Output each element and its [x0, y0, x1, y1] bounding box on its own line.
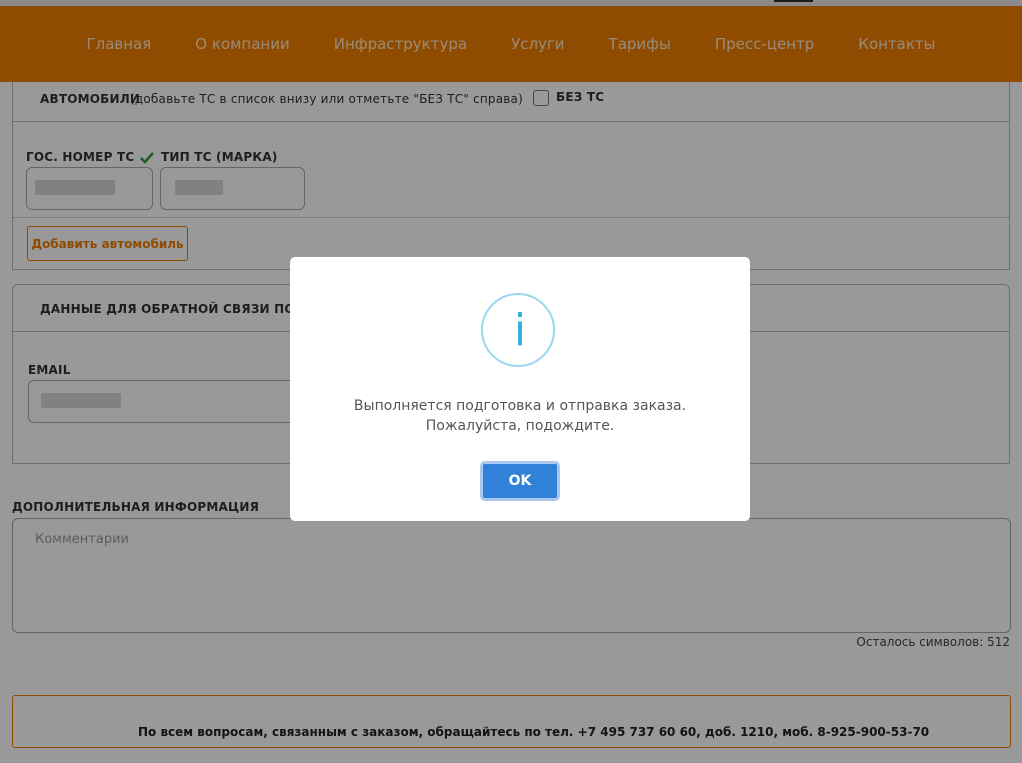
info-dialog: i Выполняется подготовка и отправка зака… — [290, 257, 750, 521]
dialog-message-line2: Пожалуйста, подождите. — [425, 418, 615, 434]
info-icon-glyph: i — [513, 304, 527, 356]
order-form-page: Главная О компании Инфраструктура Услуги… — [0, 0, 1022, 763]
info-icon: i — [481, 293, 555, 367]
ok-button[interactable]: OK — [480, 461, 560, 501]
dialog-message-line1: Выполняется подготовка и отправка заказа… — [353, 398, 687, 414]
